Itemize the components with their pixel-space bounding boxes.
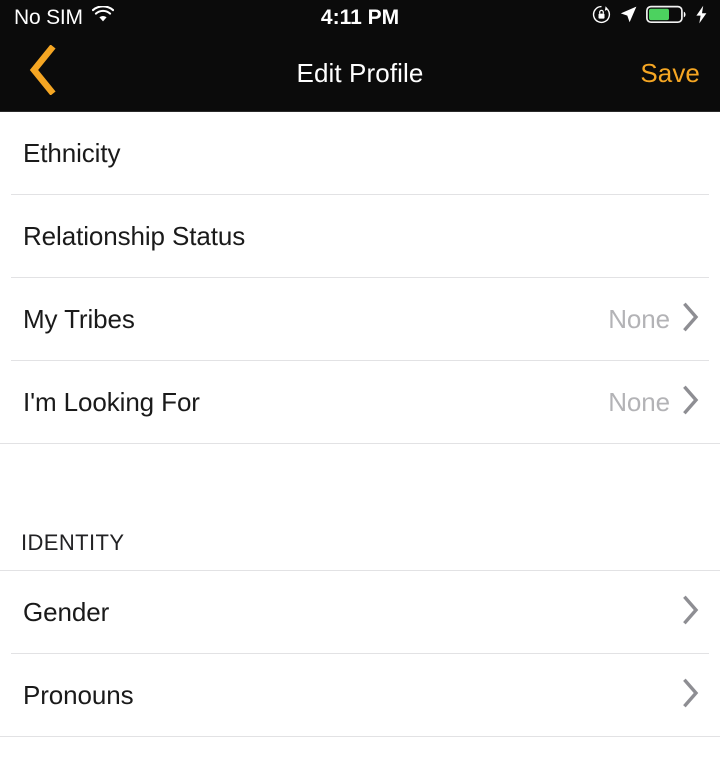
chevron-right-icon [682,678,700,713]
list-item-label: Gender [23,596,110,627]
chevron-right-icon [682,595,700,630]
nav-title-container: Edit Profile [0,34,720,112]
list-item-value: None [608,303,670,334]
list-item-im-looking-for[interactable]: I'm Looking For None [0,361,720,443]
list-item-ethnicity[interactable]: Ethnicity [0,112,720,194]
list-item-label: Ethnicity [23,137,121,168]
page-title: Edit Profile [296,57,424,88]
list-item-label: Pronouns [23,679,134,710]
status-bar: No SIM 4:11 PM [0,0,720,34]
battery-icon [646,5,687,29]
list-item-value: None [608,386,670,417]
carrier-label: No SIM [14,5,83,29]
list-item-accessory: None [608,302,700,337]
list-item-gender[interactable]: Gender [0,571,720,653]
app-screen: No SIM 4:11 PM Edit Profile Save Ethnici… [0,0,720,768]
section-header-identity-section: IDENTITY [0,488,720,570]
status-bar-left: No SIM [0,5,114,29]
section-gap [0,444,720,488]
list-item-label: My Tribes [23,303,135,334]
list-item-label: Relationship Status [23,220,246,251]
status-bar-right [592,0,708,34]
section-header-label: IDENTITY [21,530,125,555]
chevron-right-icon [682,302,700,337]
list-item-accessory [682,678,700,713]
clock-label: 4:11 PM [320,5,400,29]
settings-list: Ethnicity Relationship Status My Tribes Non… [0,112,720,768]
list-item-relationship-status[interactable]: Relationship Status [0,195,720,277]
location-arrow-icon [619,5,638,29]
list-item-accessory: None [608,385,700,420]
chevron-right-icon [682,385,700,420]
list-item-pronouns[interactable]: Pronouns [0,654,720,736]
navigation-bar: Edit Profile Save [0,34,720,112]
back-button[interactable] [0,34,86,112]
list-item-my-tribes[interactable]: My Tribes None [0,278,720,360]
wifi-icon [91,5,114,28]
list-item-label: I'm Looking For [23,386,200,417]
lightning-bolt-icon [695,5,708,29]
rotation-lock-icon [592,5,611,29]
list-item-accessory [682,595,700,630]
save-button[interactable]: Save [640,34,700,112]
chevron-left-icon [26,44,60,100]
list-footer-space [0,737,720,768]
